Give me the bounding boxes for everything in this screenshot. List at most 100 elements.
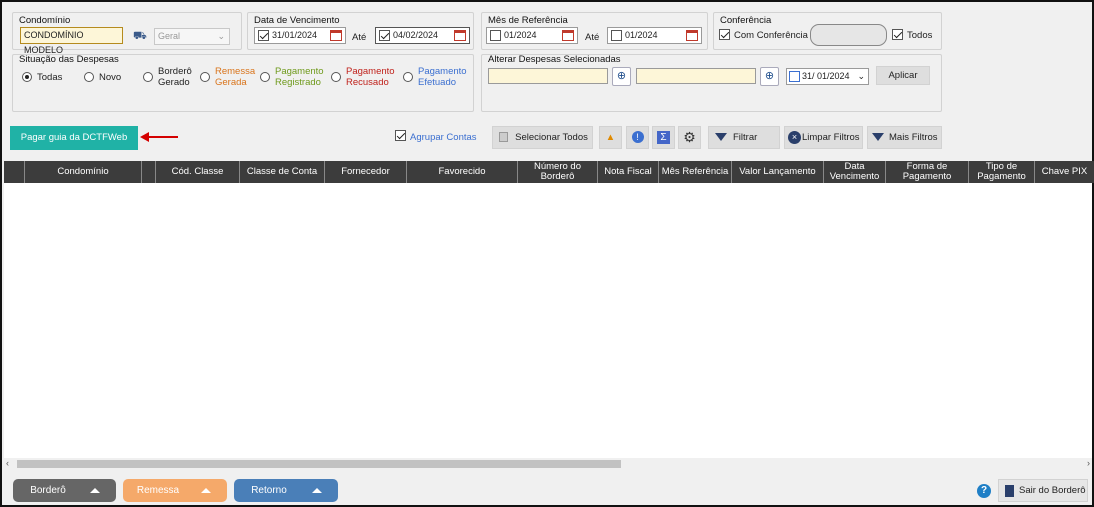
remessa-button[interactable]: Remessa — [123, 479, 227, 502]
col-numero-bordero[interactable]: Número do Borderô — [518, 161, 598, 183]
calendar-icon[interactable] — [454, 30, 466, 41]
filtrar-label: Filtrar — [733, 132, 758, 143]
mes-ref-to-value: 01/2024 — [625, 30, 658, 40]
vencimento-to-input[interactable]: 04/02/2024 — [375, 27, 470, 44]
situacao-title: Situação das Despesas — [19, 54, 119, 65]
col-chave-pix[interactable]: Chave PIX — [1035, 161, 1094, 183]
col-favorecido[interactable]: Favorecido — [407, 161, 518, 183]
tipo-select[interactable]: Geral ⌄ — [154, 28, 230, 45]
todos-checkbox[interactable] — [892, 29, 903, 40]
grid-row-selector-header — [4, 161, 25, 183]
col-cod-classe[interactable]: Cód. Classe — [156, 161, 240, 183]
radio-bordero-gerado-label: Borderô Gerado — [158, 66, 192, 88]
tipo-select-value: Geral — [158, 31, 181, 41]
car-icon[interactable]: ⛟ — [133, 30, 147, 44]
alterar-field-1[interactable] — [488, 68, 608, 84]
col-fornecedor[interactable]: Fornecedor — [325, 161, 407, 183]
mes-ref-to-input[interactable]: 01/2024 — [607, 27, 702, 44]
help-icon[interactable]: ? — [977, 484, 991, 498]
col-data-vencimento[interactable]: Data Vencimento — [824, 161, 886, 183]
mes-ref-to-checkbox[interactable] — [611, 30, 622, 41]
window-frame: Condomínio CONDOMÍNIO MODELO ⛟ Geral ⌄ D… — [0, 0, 1094, 507]
vencimento-to-value: 04/02/2024 — [393, 30, 439, 40]
scroll-right-icon[interactable]: › — [1087, 458, 1090, 468]
alert-icon[interactable]: ! — [626, 126, 649, 149]
radio-pagamento-recusado-label: Pagamento Recusado — [346, 66, 395, 88]
alterar-date-input[interactable]: 31/ 01/2024 ⌄ — [786, 68, 869, 85]
copy-icon — [499, 132, 508, 142]
alterar-field-2[interactable] — [636, 68, 756, 84]
caret-up-icon — [90, 488, 100, 493]
mes-ref-title: Mês de Referência — [488, 15, 568, 26]
chevron-down-icon: ⌄ — [217, 31, 225, 41]
remessa-label: Remessa — [136, 485, 180, 496]
condominio-group: Condomínio CONDOMÍNIO MODELO ⛟ Geral ⌄ — [12, 12, 242, 55]
limpar-filtros-label: Limpar Filtros — [802, 132, 860, 143]
scrollbar-thumb[interactable] — [17, 460, 621, 468]
gear-icon[interactable]: ⚙ — [678, 126, 701, 149]
radio-novo-label: Novo — [99, 72, 122, 83]
condominio-input[interactable]: CONDOMÍNIO MODELO — [20, 27, 123, 55]
mes-ref-from-input[interactable]: 01/2024 — [486, 27, 578, 44]
radio-pagamento-efetuado[interactable] — [403, 72, 413, 82]
exit-door-icon — [1005, 485, 1014, 497]
alterar-date-value: 31/ 01/2024 — [802, 71, 850, 81]
mes-ref-group: Mês de Referência 01/2024 Até 01/2024 — [481, 12, 708, 50]
close-circle-icon: × — [788, 131, 801, 144]
alterar-group: Alterar Despesas Selecionadas ⊕ ⊕ 31/ 01… — [481, 54, 942, 112]
vencimento-to-checkbox[interactable] — [379, 30, 390, 41]
retorno-button[interactable]: Retorno — [234, 479, 338, 502]
conferencia-select[interactable] — [810, 24, 887, 46]
calendar-icon[interactable] — [686, 30, 698, 41]
aplicar-button[interactable]: Aplicar — [876, 66, 930, 85]
vencimento-ate-label: Até — [352, 32, 367, 43]
radio-novo[interactable] — [84, 72, 94, 82]
col-classe-conta[interactable]: Classe de Conta — [240, 161, 325, 183]
alterar-date-checkbox[interactable] — [789, 71, 800, 82]
selecionar-todos-label: Selecionar Todos — [515, 132, 588, 143]
horizontal-scrollbar[interactable]: ‹ › — [4, 458, 1092, 470]
radio-remessa-gerada[interactable] — [200, 72, 210, 82]
agrupar-contas-checkbox[interactable] — [395, 130, 406, 141]
radio-bordero-gerado[interactable] — [143, 72, 153, 82]
radio-todas-label: Todas — [37, 72, 63, 83]
col-valor-lancamento[interactable]: Valor Lançamento — [732, 161, 824, 183]
limpar-filtros-button[interactable]: × Limpar Filtros — [784, 126, 863, 149]
agrupar-contas-label: Agrupar Contas — [410, 132, 477, 143]
col-forma-pagamento[interactable]: Forma de Pagamento — [886, 161, 969, 183]
sigma-icon[interactable]: Σ — [652, 126, 675, 149]
radio-pagamento-registrado[interactable] — [260, 72, 270, 82]
flame-icon[interactable]: ▲ — [599, 126, 622, 149]
mais-filtros-label: Mais Filtros — [889, 132, 938, 143]
bordero-button[interactable]: Borderô — [13, 479, 116, 502]
zoom-search-icon[interactable]: ⊕ — [612, 67, 631, 86]
calendar-icon[interactable] — [562, 30, 574, 41]
zoom-search-icon[interactable]: ⊕ — [760, 67, 779, 86]
selecionar-todos-button[interactable]: Selecionar Todos — [492, 126, 593, 149]
filter-icon — [715, 133, 727, 141]
radio-pagamento-efetuado-label: Pagamento Efetuado — [418, 66, 467, 88]
radio-pagamento-recusado[interactable] — [331, 72, 341, 82]
col-nota-fiscal[interactable]: Nota Fiscal — [598, 161, 659, 183]
filtrar-button[interactable]: Filtrar — [708, 126, 780, 149]
pagar-dctfweb-button[interactable]: Pagar guia da DCTFWeb — [10, 126, 138, 150]
calendar-icon[interactable] — [330, 30, 342, 41]
sair-bordero-button[interactable]: Sair do Borderô — [998, 479, 1088, 502]
vencimento-from-value: 31/01/2024 — [272, 30, 318, 40]
vencimento-from-input[interactable]: 31/01/2024 — [254, 27, 346, 44]
filter-plus-icon — [872, 133, 884, 141]
red-arrow-annotation — [140, 132, 178, 142]
grid-body[interactable] — [4, 183, 1092, 458]
scroll-left-icon[interactable]: ‹ — [6, 458, 9, 468]
chevron-down-icon: ⌄ — [857, 71, 865, 81]
radio-todas[interactable] — [22, 72, 32, 82]
mes-ref-from-checkbox[interactable] — [490, 30, 501, 41]
mais-filtros-button[interactable]: Mais Filtros — [867, 126, 942, 149]
com-conferencia-checkbox[interactable] — [719, 29, 730, 40]
col-mes-referencia[interactable]: Mês Referência — [659, 161, 732, 183]
col-condominio[interactable]: Condomínio — [25, 161, 142, 183]
vencimento-from-checkbox[interactable] — [258, 30, 269, 41]
col-spacer — [142, 161, 156, 183]
radio-pagamento-registrado-label: Pagamento Registrado — [275, 66, 324, 88]
col-tipo-pagamento[interactable]: Tipo de Pagamento — [969, 161, 1035, 183]
